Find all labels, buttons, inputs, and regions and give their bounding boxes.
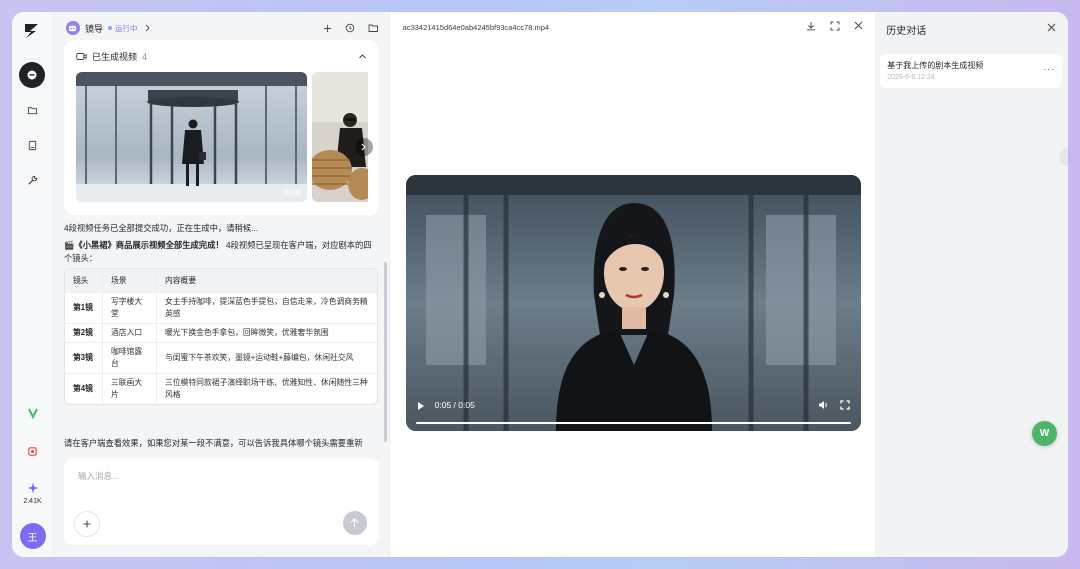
summary-cell: 女主手持咖啡，提深蓝色手提包，自信走来，冷色调商务精英感 [156,293,377,324]
chat-icon [27,70,37,80]
column-header: 场景 [102,269,157,293]
close-icon[interactable] [854,21,863,30]
app-logo-icon[interactable] [23,22,41,40]
floating-assistant-button[interactable]: W [1032,421,1057,446]
shot-table: 镜头 场景 内容概要 第1镜 写字楼大堂 女主手持咖啡，提深蓝色手提包，自信走来… [63,268,378,405]
table-row: 第2镜 酒店入口 暖光下换金色手拿包，回眸微笑，优雅奢华氛围 [64,324,377,343]
plugin-v-button[interactable] [20,400,46,426]
shot-cell: 第1镜 [64,293,103,324]
note-icon [28,446,37,456]
tool-icon [28,175,38,185]
download-icon[interactable] [806,21,816,31]
video-duration: 00:05 [284,190,302,197]
usage-count: 2.41K [23,498,42,505]
credits-button[interactable] [20,480,46,496]
video-camera-icon [76,53,87,60]
generated-videos-card: 已生成视频 4 00:05 [63,40,379,215]
shot-cell: 第2镜 [64,324,103,343]
generated-videos-title: 已生成视频 [91,52,137,62]
chevron-up-icon[interactable] [358,53,367,60]
send-button[interactable] [342,511,367,535]
fullscreen-icon[interactable] [840,400,850,410]
sparkle-icon [27,482,38,494]
shot-cell: 第3镜 [64,343,103,374]
plugin-record-button[interactable] [20,438,46,464]
column-header: 内容概要 [156,269,377,293]
app-window: 2.41K 王 镜导 运行中 已生成视频 4 00:05 4段视频任务已全部提交… [12,12,1068,557]
agent-avatar[interactable] [65,21,80,35]
folder-open-icon[interactable] [368,23,379,33]
close-icon[interactable] [1047,23,1056,32]
carousel-next-button[interactable] [354,138,373,156]
status-dot [107,26,112,30]
scene-cell: 三联画大片 [103,374,157,404]
agent-name[interactable]: 镜导 [85,22,103,35]
nav-chat-button[interactable] [19,62,46,88]
preview-actions [806,21,863,31]
video-time: 0:05 / 0:05 [434,400,475,410]
shot-cell: 第4镜 [65,374,103,404]
summary-cell: 与闺蜜下午茶欢笑，墨镜+运动鞋+藤编包，休闲社交风 [156,343,377,374]
message-composer [63,458,379,545]
history-panel: 历史对话 基于我上传的剧本生成视频 2026-6-8 12:24 ··· [875,12,1068,557]
message-headline: 《小黑裙》商品展示视频全部生成完成！ [74,240,224,250]
video-progress-bar[interactable] [415,422,851,424]
chat-header-actions [323,23,379,33]
generated-videos-count: 4 [141,51,147,62]
folder-icon [27,106,38,114]
lobby-scene-image [75,72,307,202]
attach-button[interactable] [73,511,100,537]
history-item-time: 2026-6-8 12:24 [887,74,935,81]
scene-cell: 写字楼大堂 [102,293,157,324]
rail-bottom: 2.41K 王 [12,400,53,549]
arrow-up-icon [351,518,359,527]
left-rail: 2.41K 王 [12,12,54,557]
history-item[interactable]: 基于我上传的剧本生成视频 2026-6-8 12:24 ··· [880,54,1063,88]
v-logo-icon [27,408,38,419]
column-header: 镜头 [64,269,103,293]
expand-icon[interactable] [830,21,840,31]
chevron-right-icon[interactable] [144,24,151,32]
scene-cell: 酒店入口 [102,324,157,343]
assistant-message-3: 请在客户端查看效果，如果您对某一段不满意，可以告诉我具体哪个镜头需要重新 [63,438,363,448]
plus-icon [83,520,91,528]
generated-videos-header[interactable]: 已生成视频 4 [64,40,379,63]
message-input[interactable] [75,470,360,482]
video-preview-panel: ac33421415d64e0ab4245bf93ca4cc78.mp4 0:0… [389,12,876,557]
robot-icon [69,25,77,31]
video-thumbnail[interactable] [311,72,368,202]
summary-cell: 暖光下换金色手拿包，回眸微笑，优雅奢华氛围 [156,324,377,343]
scene-cell: 咖啡馆露台 [102,343,157,374]
history-icon[interactable] [345,23,355,33]
plus-icon[interactable] [323,24,332,33]
book-icon [28,140,37,150]
nav-tools-button[interactable] [19,167,45,193]
nav-files-button[interactable] [19,97,45,123]
user-avatar[interactable]: 王 [19,523,46,549]
nav-library-button[interactable] [19,132,45,158]
table-row: 第3镜 咖啡馆露台 与闺蜜下午茶欢笑，墨镜+运动鞋+藤编包，休闲社交风 [64,343,377,374]
history-title: 历史对话 [886,26,927,37]
file-name: ac33421415d64e0ab4245bf93ca4cc78.mp4 [402,23,550,32]
video-thumbnail[interactable]: 00:05 [75,72,307,202]
cafe-scene-image [311,72,368,202]
table-row: 第1镜 写字楼大堂 女主手持咖啡，提深蓝色手提包，自信走来，冷色调商务精英感 [64,293,377,324]
video-frame-image [405,175,861,431]
agent-status: 运行中 [114,23,138,33]
video-controls: 0:05 / 0:05 [406,397,861,424]
chevron-right-icon [362,143,367,151]
table-row: 第4镜 三联画大片 三位模特同款裙子演绎职场干练、优雅知性、休闲随性三种风格 [65,374,377,404]
more-options-icon[interactable]: ··· [1043,64,1055,74]
assistant-message-2: 🎬《小黑裙》商品展示视频全部生成完成！ 4段视频已呈现在客户端，对应剧本的四个镜… [64,239,379,264]
history-item-title: 基于我上传的剧本生成视频 [887,61,984,70]
assistant-message-1: 4段视频任务已全部提交成功，正在生成中，请稍候... [63,223,259,233]
clapperboard-icon: 🎬 [63,240,75,250]
chat-scrollbar[interactable] [383,262,387,442]
play-icon[interactable] [417,401,425,411]
summary-cell: 三位模特同款裙子演绎职场干练、优雅知性、休闲随性三种风格 [164,378,368,399]
chat-panel: 镜导 运行中 已生成视频 4 00:05 4段视频任务已全部提交成功，正在生成中… [53,12,390,557]
volume-icon[interactable] [818,400,829,410]
table-header-row: 镜头 场景 内容概要 [64,269,377,293]
video-player[interactable]: 0:05 / 0:05 [405,175,861,431]
